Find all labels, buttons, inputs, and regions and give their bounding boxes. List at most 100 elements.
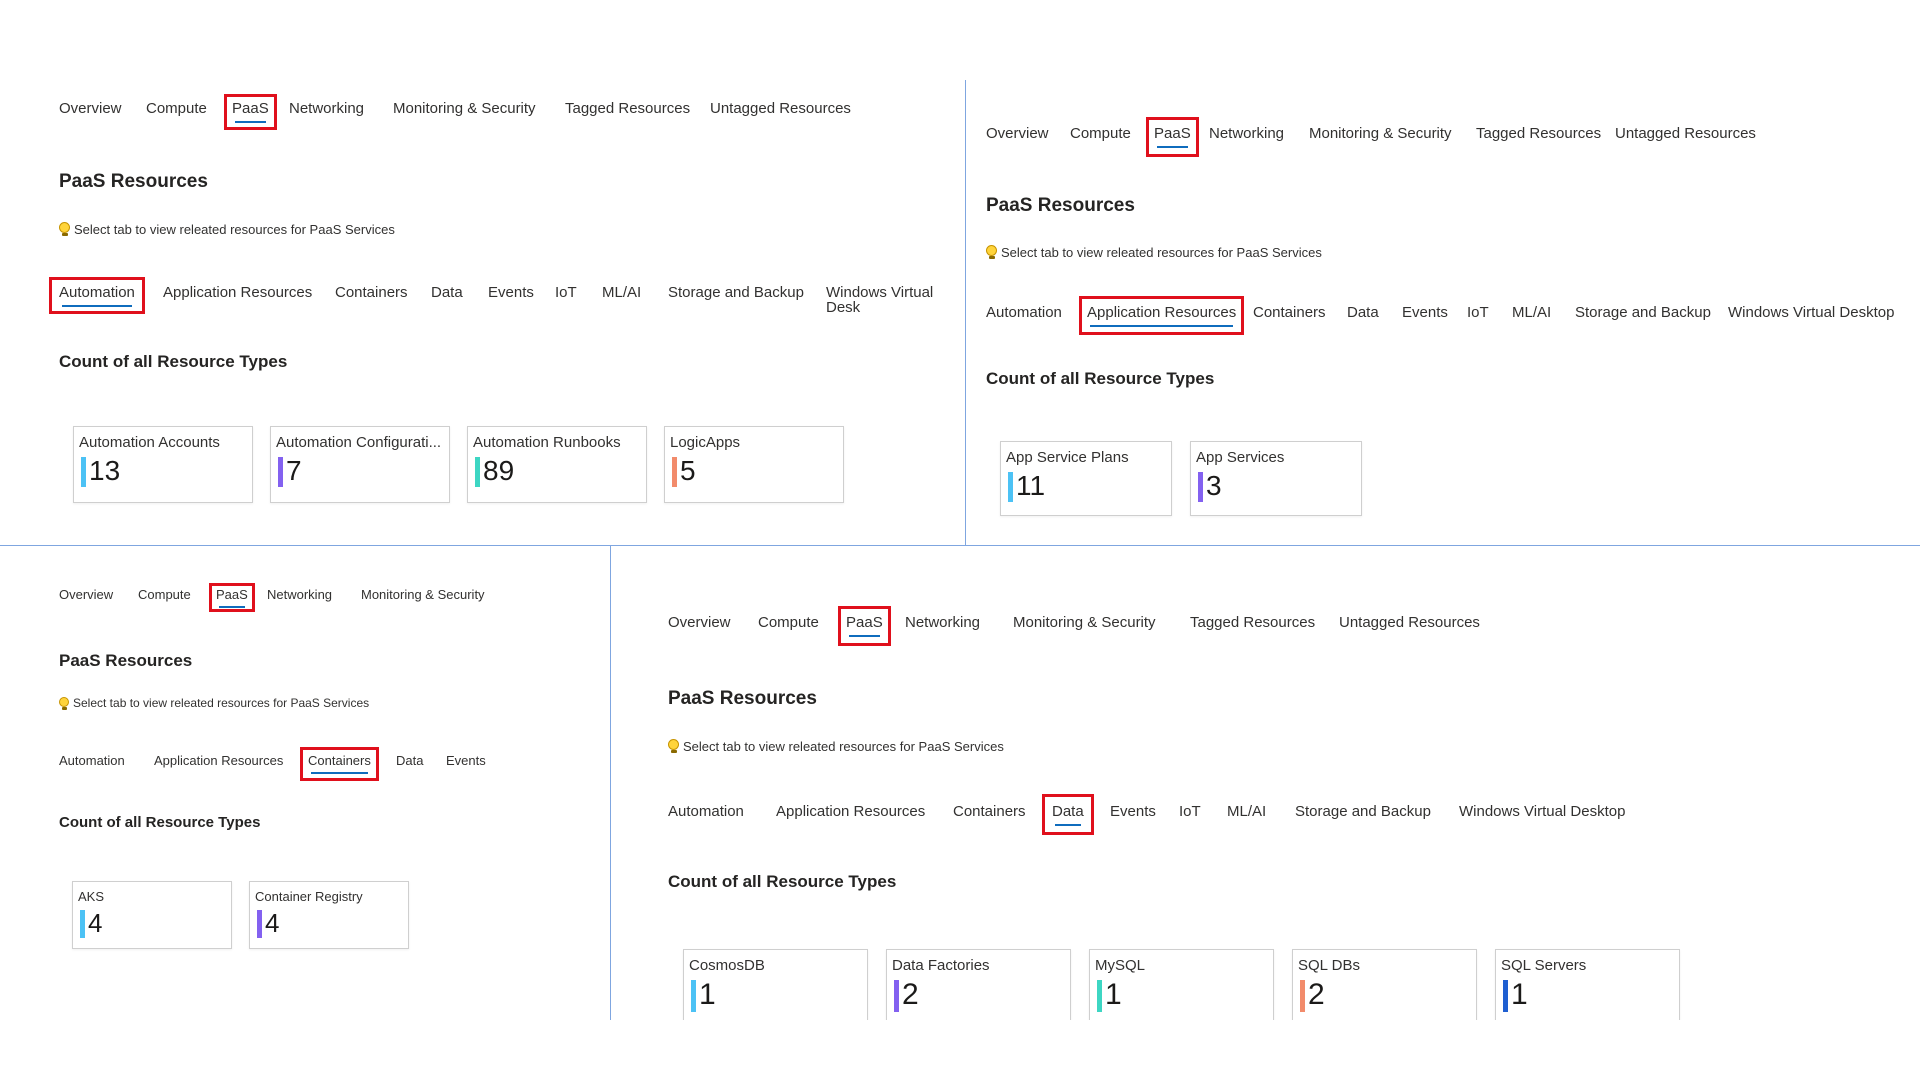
main-tab-networking[interactable]: Networking: [267, 588, 332, 601]
sub-tab-automation[interactable]: Automation: [59, 754, 125, 767]
tip-text: Select tab to view releated resources fo…: [1001, 244, 1322, 260]
main-tab-monitoring-security[interactable]: Monitoring & Security: [1013, 615, 1156, 630]
resource-card-count: 4: [265, 908, 280, 938]
page-title: PaaS Resources: [986, 194, 1135, 216]
sub-tab-containers[interactable]: Containers: [308, 754, 371, 774]
main-tab-tagged-resources[interactable]: Tagged Resources: [565, 101, 690, 116]
sub-tab-data[interactable]: Data: [431, 285, 463, 300]
resource-card-color-bar: [80, 910, 85, 938]
sub-tab-ml-ai[interactable]: ML/AI: [602, 285, 641, 300]
sub-tab-iot[interactable]: IoT: [1179, 804, 1201, 819]
sub-tab-containers[interactable]: Containers: [335, 285, 408, 300]
resource-card-label: Automation Configurati...: [276, 434, 442, 451]
main-tab-overview[interactable]: Overview: [986, 126, 1049, 141]
resource-card-mysql[interactable]: MySQL 1: [1089, 949, 1274, 1020]
resource-card-color-bar: [1097, 980, 1102, 1012]
sub-tab-ml-ai[interactable]: ML/AI: [1227, 804, 1266, 819]
resource-card-color-bar: [81, 457, 86, 487]
sub-tab-data[interactable]: Data: [1052, 804, 1084, 826]
sub-tab-events[interactable]: Events: [446, 754, 486, 767]
main-tab-compute[interactable]: Compute: [146, 101, 207, 116]
sub-tab-ml-ai[interactable]: ML/AI: [1512, 305, 1551, 320]
sub-tab-windows-virtual-desktop[interactable]: Windows Virtual Desktop: [1728, 305, 1894, 320]
resource-card-count: 11: [1016, 470, 1046, 501]
sub-tab-application-resources[interactable]: Application Resources: [163, 285, 312, 300]
resource-card-label: AKS: [78, 889, 105, 904]
sub-tab-storage-and-backup[interactable]: Storage and Backup: [1295, 804, 1431, 819]
main-tab-paas[interactable]: PaaS: [1154, 126, 1191, 148]
main-tab-paas[interactable]: PaaS: [846, 615, 883, 637]
main-tab-tagged-resources[interactable]: Tagged Resources: [1190, 615, 1315, 630]
sub-tab-automation[interactable]: Automation: [668, 804, 744, 819]
resource-card-color-bar: [1008, 472, 1013, 502]
main-tab-compute[interactable]: Compute: [758, 615, 819, 630]
main-tab-compute[interactable]: Compute: [1070, 126, 1131, 141]
sub-tab-automation[interactable]: Automation: [59, 285, 135, 307]
tip-text: Select tab to view releated resources fo…: [73, 696, 370, 710]
tip-message: Select tab to view releated resources fo…: [668, 739, 1004, 754]
resource-card-automation-configurati[interactable]: Automation Configurati... 7: [270, 426, 450, 503]
sub-tab-storage-and-backup[interactable]: Storage and Backup: [1575, 305, 1711, 320]
page-title: PaaS Resources: [59, 650, 193, 670]
lightbulb-icon: [59, 222, 70, 236]
resource-card-aks[interactable]: AKS 4: [72, 881, 232, 949]
resource-card-sql-dbs[interactable]: SQL DBs 2: [1292, 949, 1477, 1020]
main-tab-overview[interactable]: Overview: [668, 615, 731, 630]
main-tab-tagged-resources[interactable]: Tagged Resources: [1476, 126, 1601, 141]
sub-tab-events[interactable]: Events: [1110, 804, 1156, 819]
resource-card-cosmosdb[interactable]: CosmosDB 1: [683, 949, 868, 1020]
resource-card-count: 13: [89, 455, 121, 486]
resource-card-label: Data Factories: [892, 957, 990, 974]
resource-card-data-factories[interactable]: Data Factories 2: [886, 949, 1071, 1020]
resource-card-automation-runbooks[interactable]: Automation Runbooks 89: [467, 426, 647, 503]
resource-card-color-bar: [278, 457, 283, 487]
count-heading: Count of all Resource Types: [986, 368, 1215, 388]
main-tab-paas[interactable]: PaaS: [216, 588, 248, 608]
resource-card-automation-accounts[interactable]: Automation Accounts 13: [73, 426, 253, 503]
sub-tab-events[interactable]: Events: [1402, 305, 1448, 320]
resource-card-sql-servers[interactable]: SQL Servers 1: [1495, 949, 1680, 1020]
resource-card-count: 89: [483, 455, 515, 486]
sub-tab-events[interactable]: Events: [488, 285, 534, 300]
panel-automation: Overview Compute PaaS Networking Monitoring …: [0, 0, 965, 545]
tip-message: Select tab to view releated resources fo…: [986, 245, 1322, 260]
tip-message: Select tab to view releated resources fo…: [59, 696, 369, 710]
sub-tab-application-resources[interactable]: Application Resources: [154, 754, 283, 767]
resource-card-color-bar: [1300, 980, 1305, 1012]
resource-card-count: 1: [1511, 978, 1528, 1011]
sub-tab-data[interactable]: Data: [396, 754, 423, 767]
resource-card-color-bar: [1198, 472, 1203, 502]
main-tab-untagged-resources[interactable]: Untagged Resources: [1615, 126, 1756, 141]
resource-card-count: 2: [902, 978, 919, 1011]
main-tab-compute[interactable]: Compute: [138, 588, 191, 601]
sub-tab-application-resources[interactable]: Application Resources: [1087, 305, 1236, 327]
sub-tab-windows-virtual-desktop[interactable]: Windows Virtual Desk: [826, 285, 965, 315]
sub-tab-data[interactable]: Data: [1347, 305, 1379, 320]
sub-tab-storage-and-backup[interactable]: Storage and Backup: [668, 285, 804, 300]
sub-tab-containers[interactable]: Containers: [953, 804, 1026, 819]
main-tab-networking[interactable]: Networking: [905, 615, 980, 630]
sub-tab-iot[interactable]: IoT: [555, 285, 577, 300]
main-tab-networking[interactable]: Networking: [289, 101, 364, 116]
page-title: PaaS Resources: [59, 170, 208, 192]
sub-tab-application-resources[interactable]: Application Resources: [776, 804, 925, 819]
count-heading: Count of all Resource Types: [668, 871, 897, 891]
resource-card-color-bar: [691, 980, 696, 1012]
main-tab-overview[interactable]: Overview: [59, 588, 113, 601]
main-tab-paas[interactable]: PaaS: [232, 101, 269, 123]
main-tab-networking[interactable]: Networking: [1209, 126, 1284, 141]
resource-card-logicapps[interactable]: LogicApps 5: [664, 426, 844, 503]
sub-tab-automation[interactable]: Automation: [986, 305, 1062, 320]
sub-tab-iot[interactable]: IoT: [1467, 305, 1489, 320]
resource-card-app-services[interactable]: App Services 3: [1190, 441, 1362, 516]
main-tab-monitoring-security[interactable]: Monitoring & Security: [1309, 126, 1452, 141]
main-tab-monitoring-security[interactable]: Monitoring & Security: [393, 101, 536, 116]
sub-tab-containers[interactable]: Containers: [1253, 305, 1326, 320]
main-tab-untagged-resources[interactable]: Untagged Resources: [710, 101, 851, 116]
main-tab-monitoring-security[interactable]: Monitoring & Security: [361, 588, 485, 601]
sub-tab-windows-virtual-desktop[interactable]: Windows Virtual Desktop: [1459, 804, 1625, 819]
main-tab-overview[interactable]: Overview: [59, 101, 122, 116]
main-tab-untagged-resources[interactable]: Untagged Resources: [1339, 615, 1480, 630]
resource-card-container-registry[interactable]: Container Registry 4: [249, 881, 409, 949]
resource-card-app-service-plans[interactable]: App Service Plans 11: [1000, 441, 1172, 516]
